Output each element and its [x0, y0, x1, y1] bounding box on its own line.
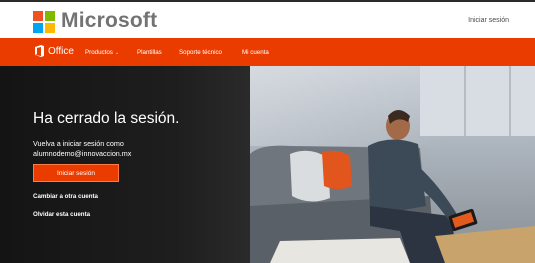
office-nav-bar: Office Productos ⌄ Plantillas Soporte téc… [0, 38, 535, 66]
nav-productos-label: Productos [85, 49, 113, 56]
logo-red-square [33, 11, 43, 21]
sign-in-button[interactable]: Iniciar sesión [33, 164, 119, 182]
window [420, 66, 535, 136]
office-home-link[interactable]: Office [35, 45, 74, 57]
logo-green-square [45, 11, 55, 21]
office-logo-icon [35, 45, 44, 57]
header-sign-in-link[interactable]: Iniciar sesión [468, 17, 509, 24]
page-title: Ha cerrado la sesión. [33, 110, 180, 127]
rug [270, 238, 410, 263]
forget-account-link[interactable]: Olvidar esta cuenta [33, 211, 90, 218]
office-label: Office [48, 45, 74, 57]
nav-mi-cuenta[interactable]: Mi cuenta [242, 49, 269, 56]
switch-account-link[interactable]: Cambiar a otra cuenta [33, 193, 98, 200]
microsoft-logo-icon[interactable] [33, 11, 55, 33]
account-email: alumnodemo@innovaccion.mx [33, 149, 132, 158]
hero-section: Ha cerrado la sesión. Vuelva a iniciar s… [0, 66, 535, 263]
nav-plantillas[interactable]: Plantillas [137, 49, 162, 56]
microsoft-brand[interactable]: Microsoft [61, 9, 157, 33]
hero-photo-scene [250, 66, 535, 263]
orange-cushion [322, 150, 352, 189]
top-bar: Microsoft Iniciar sesión [0, 0, 535, 38]
logo-blue-square [33, 23, 43, 33]
signed-out-message: Vuelva a iniciar sesión como alumnodemo@… [33, 139, 131, 159]
nav-productos[interactable]: Productos ⌄ [85, 49, 119, 56]
chevron-down-icon: ⌄ [114, 50, 120, 56]
sign-in-again-text: Vuelva a iniciar sesión como [33, 139, 124, 148]
nav-soporte-tecnico[interactable]: Soporte técnico [179, 49, 222, 56]
logo-yellow-square [45, 23, 55, 33]
